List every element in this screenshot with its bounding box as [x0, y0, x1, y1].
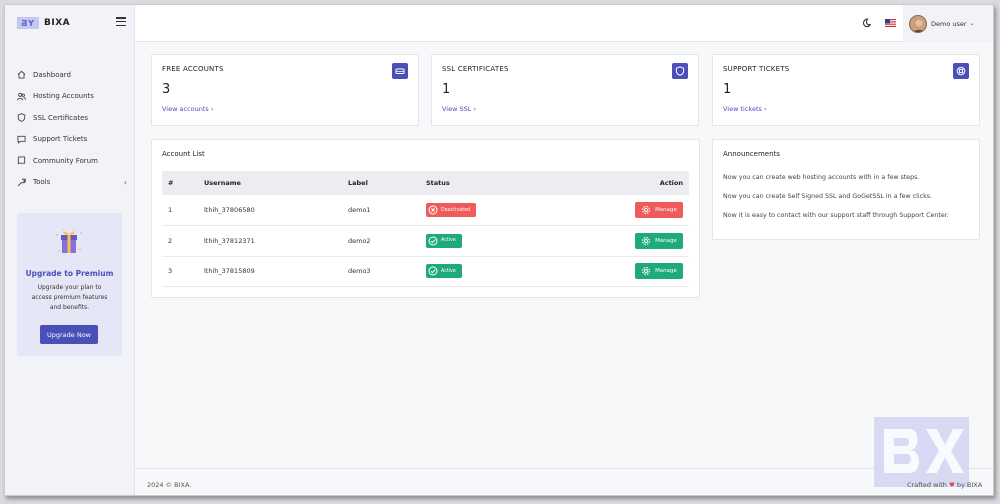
account-list-card: Account List # Username Label Status Act…	[151, 139, 700, 298]
gear-icon	[642, 206, 651, 214]
footer-crafted: Crafted with ♥ by BIXA	[907, 481, 983, 489]
row-username: lthih_37812371	[198, 225, 342, 257]
stat-value: 1	[442, 82, 451, 97]
check-circle-icon	[428, 236, 438, 246]
sidebar-item-label: Tools	[33, 178, 51, 187]
status-badge: Active	[426, 233, 462, 248]
column-header: Action	[580, 171, 689, 195]
x-circle-icon	[428, 205, 438, 215]
view-tickets-link[interactable]: View tickets ›	[723, 105, 767, 113]
column-header: #	[162, 171, 198, 195]
brand-name: BIXA	[44, 18, 71, 28]
manage-button[interactable]: Manage	[635, 263, 683, 280]
gear-icon	[642, 236, 651, 245]
promo-title: Upgrade to Premium	[25, 269, 114, 278]
table-row: 1 lthih_37806580 demo1 Deactivated Manag…	[162, 195, 689, 226]
row-number: 1	[162, 195, 198, 226]
row-number: 2	[162, 225, 198, 257]
promo-text: Upgrade your plan to access premium feat…	[31, 284, 108, 311]
sidebar-item-tools[interactable]: Tools ›	[17, 172, 127, 194]
announcement-item: Now you can create Self Signed SSL and G…	[723, 193, 933, 200]
stat-card-support-tickets: SUPPORT TICKETS 1 View tickets ›	[712, 54, 980, 126]
sidebar-item-community-forum[interactable]: Community Forum	[17, 150, 127, 172]
row-number: 3	[162, 256, 198, 287]
stat-value: 1	[723, 82, 732, 97]
heart-icon: ♥	[948, 481, 955, 489]
view-accounts-link[interactable]: View accounts ›	[162, 105, 213, 113]
home-icon	[17, 70, 26, 79]
view-ssl-link[interactable]: View SSL ›	[442, 105, 476, 113]
account-table: # Username Label Status Action 1 lthih_3…	[162, 171, 689, 287]
row-label: demo1	[342, 195, 420, 226]
table-row: 2 lthih_37812371 demo2 Active Manage	[162, 225, 689, 257]
bixa-watermark-logo	[874, 417, 969, 487]
shield-icon	[672, 63, 688, 79]
row-label: demo2	[342, 225, 420, 257]
column-header: Status	[420, 171, 580, 195]
stat-value: 3	[162, 82, 171, 97]
stat-card-ssl-certificates: SSL CERTIFICATES 1 View SSL ›	[431, 54, 699, 126]
sidebar-item-label: SSL Certificates	[33, 113, 89, 122]
us-flag-icon[interactable]	[885, 19, 896, 27]
wrench-icon	[17, 178, 26, 187]
brand-logo: ƋY	[17, 17, 39, 29]
sidebar-item-support-tickets[interactable]: Support Tickets	[17, 129, 127, 151]
row-username: lthih_37806580	[198, 195, 342, 226]
lifebuoy-icon	[953, 63, 969, 79]
table-row: 3 lthih_37815809 demo3 Active Manage	[162, 256, 689, 287]
sidebar: ƋY BIXA Dashboard Hosting Accounts SSL C…	[5, 5, 135, 495]
top-bar: Demo user ⌄	[135, 5, 993, 42]
app-window: ƋY BIXA Dashboard Hosting Accounts SSL C…	[4, 4, 994, 496]
chevron-down-icon: ⌄	[969, 20, 975, 27]
footer-copyright: 2024 © BIXA.	[147, 481, 192, 489]
sidebar-item-label: Support Tickets	[33, 135, 88, 144]
account-list-title: Account List	[162, 150, 205, 158]
sidebar-item-label: Dashboard	[33, 70, 71, 79]
gift-icon	[56, 227, 82, 253]
stat-card-free-accounts: FREE ACCOUNTS 3 View accounts ›	[151, 54, 419, 126]
sidebar-item-label: Community Forum	[33, 156, 98, 165]
row-label: demo3	[342, 256, 420, 287]
avatar	[909, 14, 927, 33]
announcement-item: Now it is easy to contact with our suppo…	[723, 212, 949, 219]
drive-icon	[392, 63, 408, 79]
gear-icon	[642, 267, 651, 276]
sidebar-item-hosting-accounts[interactable]: Hosting Accounts	[17, 86, 127, 108]
manage-button[interactable]: Manage	[635, 232, 683, 249]
status-badge: Deactivated	[426, 203, 476, 217]
chat-icon	[17, 135, 26, 144]
user-name: Demo user	[931, 19, 967, 28]
dark-mode-icon[interactable]	[861, 18, 871, 28]
upgrade-now-button[interactable]: Upgrade Now	[40, 325, 98, 344]
sidebar-item-ssl-certificates[interactable]: SSL Certificates	[17, 107, 127, 129]
announcements-title: Announcements	[723, 150, 780, 158]
stat-title: FREE ACCOUNTS	[162, 65, 224, 73]
shield-icon	[17, 113, 26, 123]
stat-title: SUPPORT TICKETS	[723, 65, 790, 73]
column-header: Username	[198, 171, 342, 195]
column-header: Label	[342, 171, 420, 195]
sidebar-nav: Dashboard Hosting Accounts SSL Certifica…	[17, 64, 127, 193]
row-username: lthih_37815809	[198, 256, 342, 287]
user-menu[interactable]: Demo user ⌄	[903, 5, 993, 42]
announcements-card: Announcements Now you can create web hos…	[712, 139, 980, 240]
status-badge: Active	[426, 264, 462, 279]
sidebar-item-label: Hosting Accounts	[33, 92, 94, 101]
upgrade-promo-card: Upgrade to Premium Upgrade your plan to …	[17, 213, 122, 356]
table-header-row: # Username Label Status Action	[162, 171, 689, 195]
stat-title: SSL CERTIFICATES	[442, 65, 509, 73]
chevron-right-icon: ›	[123, 177, 127, 187]
check-circle-icon	[428, 266, 438, 276]
book-icon	[17, 156, 26, 165]
menu-toggle-icon[interactable]	[116, 17, 126, 26]
announcement-item: Now you can create web hosting accounts …	[723, 174, 920, 181]
footer-divider	[135, 468, 993, 469]
manage-button[interactable]: Manage	[635, 202, 683, 218]
sidebar-item-dashboard[interactable]: Dashboard	[17, 64, 127, 86]
brand[interactable]: ƋY BIXA	[17, 15, 70, 31]
users-icon	[17, 92, 26, 101]
